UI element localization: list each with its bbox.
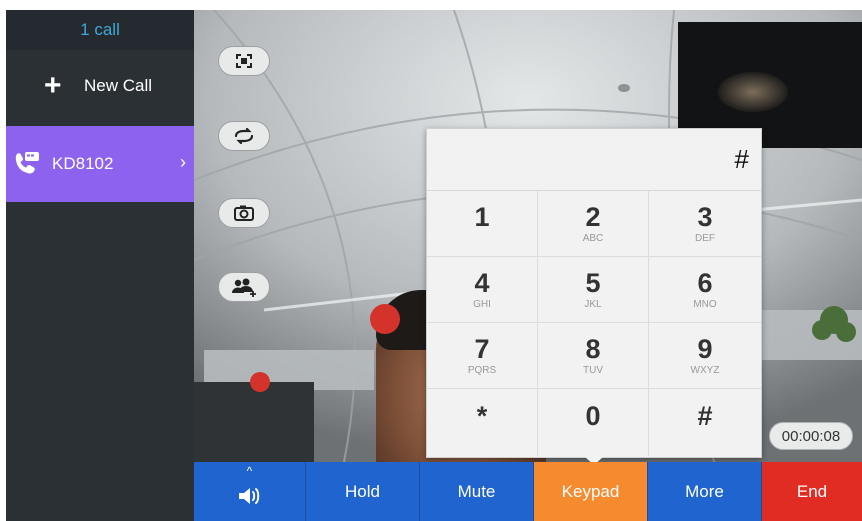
key-letters: JKL	[584, 299, 602, 310]
key-letters: TUV	[583, 365, 603, 376]
snapshot-button[interactable]	[218, 198, 270, 228]
key-letters: WXYZ	[690, 365, 720, 376]
keypad-button[interactable]: Keypad	[534, 462, 648, 521]
key-digit: 4	[474, 268, 490, 298]
key-letters: ABC	[582, 233, 604, 244]
key-digit: 5	[585, 268, 601, 298]
dialpad-keys: 1 2 ABC 3 DEF 4 GHI 5 JKL 6 MNO 7 PQRS 8 TUV 9W…	[427, 191, 761, 456]
add-participant-icon	[232, 278, 256, 297]
local-video-glow	[718, 72, 788, 112]
end-call-button[interactable]: End	[762, 462, 862, 521]
end-label: End	[796, 481, 828, 501]
hold-label: Hold	[345, 481, 380, 501]
dialpad-display: #	[427, 129, 761, 191]
key-digit: #	[697, 401, 713, 431]
volume-button[interactable]: ^	[194, 462, 306, 521]
key-letters: PQRS	[467, 365, 497, 376]
switch-camera-icon	[234, 127, 254, 145]
red-ball-small	[250, 372, 270, 392]
dialpad-key-1[interactable]: 1	[427, 191, 538, 257]
key-digit: 1	[474, 202, 490, 232]
video-call-icon	[15, 152, 39, 174]
key-letters: GHI	[473, 299, 491, 310]
dialpad-key-2[interactable]: 2 ABC	[538, 191, 649, 257]
dialpad-key-5[interactable]: 5 JKL	[538, 257, 649, 323]
key-digit: 6	[697, 268, 713, 298]
key-digit: 0	[585, 401, 601, 431]
call-count-label: 1 call	[6, 10, 194, 50]
dialpad-key-9[interactable]: 9 WXYZ	[649, 323, 761, 389]
chevron-right-icon: ›	[180, 152, 186, 172]
call-item-name: KD8102	[52, 154, 114, 173]
mute-label: Mute	[457, 481, 496, 501]
switch-camera-button[interactable]	[218, 121, 270, 151]
red-ball	[370, 304, 400, 334]
dialpad-popup: # 1 2 ABC 3 DEF 4 GHI 5 JKL 6 MNO 7 PQRS 8 TUV …	[426, 128, 762, 465]
keypad-label: Keypad	[561, 481, 620, 501]
background-monitor	[194, 382, 314, 462]
key-digit: 7	[474, 334, 490, 364]
new-call-label: New Call	[84, 76, 153, 95]
more-button[interactable]: More	[648, 462, 762, 521]
dialpad-key-hash[interactable]: #	[649, 389, 761, 456]
plus-icon: +	[44, 69, 62, 102]
fullscreen-button[interactable]	[218, 46, 270, 76]
call-duration-timer: 00:00:08	[769, 422, 853, 450]
key-digit: 2	[585, 202, 601, 232]
dialpad-key-star[interactable]: *	[427, 389, 538, 456]
dialpad-key-0[interactable]: 0	[538, 389, 649, 456]
key-digit: 9	[697, 334, 713, 364]
call-sidebar: 1 call + New Call KD8102 ›	[6, 10, 194, 521]
dialpad-key-3[interactable]: 3 DEF	[649, 191, 761, 257]
call-toolbar: ^ Hold Mute Keypad More End	[194, 462, 862, 521]
dialpad-key-6[interactable]: 6 MNO	[649, 257, 761, 323]
dialpad-key-8[interactable]: 8 TUV	[538, 323, 649, 389]
mute-button[interactable]: Mute	[420, 462, 534, 521]
expand-caret-icon: ^	[246, 464, 253, 478]
key-letters: DEF	[695, 233, 715, 244]
call-list-item-active[interactable]: KD8102 ›	[6, 126, 194, 202]
key-digit: *	[476, 401, 488, 431]
speaker-icon	[238, 487, 259, 504]
new-call-button[interactable]: + New Call	[6, 50, 194, 122]
more-label: More	[685, 481, 724, 501]
fullscreen-icon	[236, 54, 252, 68]
key-letters: MNO	[693, 299, 717, 310]
dialpad-key-4[interactable]: 4 GHI	[427, 257, 538, 323]
dialpad-key-7[interactable]: 7 PQRS	[427, 323, 538, 389]
key-digit: 8	[585, 334, 601, 364]
hold-button[interactable]: Hold	[306, 462, 420, 521]
call-screen: 1 call + New Call KD8102 › 00:00:08 # 1 …	[6, 10, 862, 521]
add-participant-button[interactable]	[218, 272, 270, 302]
snapshot-icon	[234, 205, 254, 221]
key-digit: 3	[697, 202, 713, 232]
